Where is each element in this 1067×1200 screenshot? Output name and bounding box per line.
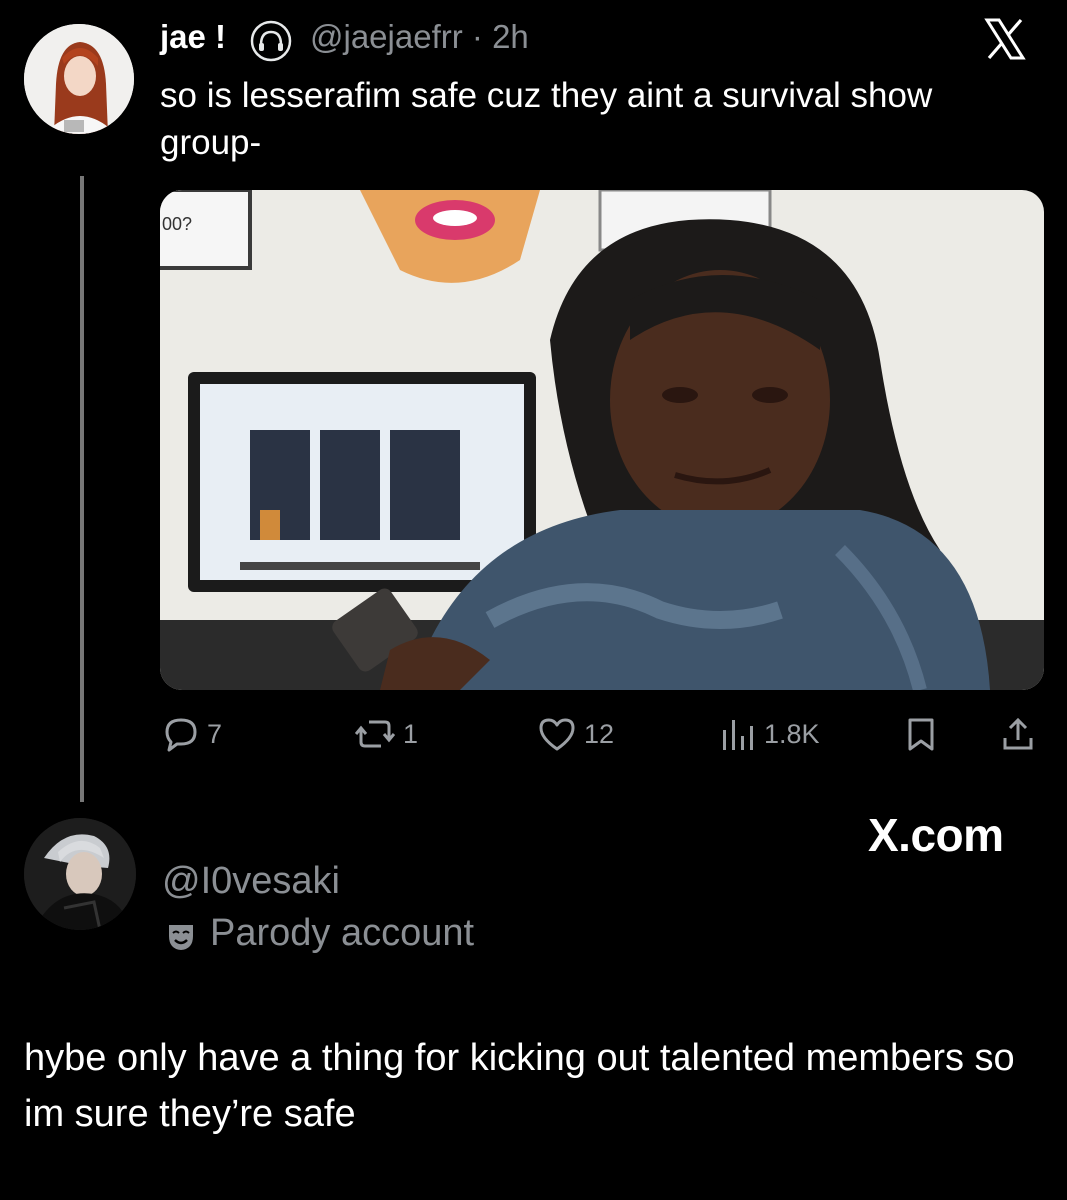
wall-sign-text: 00? xyxy=(162,214,192,234)
display-name[interactable]: jae ! xyxy=(160,18,226,56)
views-button[interactable]: 1.8K xyxy=(720,716,820,752)
share-button[interactable] xyxy=(1000,716,1036,752)
like-count: 12 xyxy=(584,718,615,749)
reply-icon xyxy=(165,718,197,752)
views-chart-icon xyxy=(723,720,753,750)
headphones-icon xyxy=(250,20,292,62)
reply-count: 7 xyxy=(207,718,223,749)
bookmark-button[interactable] xyxy=(905,716,937,752)
share-icon xyxy=(1003,717,1033,750)
reply-handle[interactable]: @I0vesaki xyxy=(162,860,340,903)
avatar[interactable] xyxy=(24,24,134,134)
view-count: 1.8K xyxy=(764,718,820,749)
repost-icon xyxy=(355,720,395,748)
reply-avatar[interactable] xyxy=(24,818,136,930)
parody-account-label: Parody account xyxy=(210,912,475,954)
repost-button[interactable]: 1 xyxy=(355,716,418,752)
parody-mask-icon xyxy=(166,922,196,952)
like-button[interactable]: 12 xyxy=(538,716,614,752)
reply-avatar-image xyxy=(24,818,136,930)
reply-button[interactable]: 7 xyxy=(163,716,222,752)
x-logo-icon xyxy=(983,17,1027,61)
thread-line xyxy=(80,176,84,802)
tweet-text: so is lesserafim safe cuz they aint a su… xyxy=(160,76,933,162)
x-com-watermark: X.com xyxy=(868,809,1004,861)
repost-count: 1 xyxy=(403,718,419,749)
bookmark-icon xyxy=(908,718,934,751)
tweet-media-image[interactable]: 00? xyxy=(160,190,1044,690)
handle-and-time[interactable]: @jaejaefrr · 2h xyxy=(310,18,529,56)
heart-icon xyxy=(539,718,575,751)
avatar-image xyxy=(24,24,134,134)
reply-text: hybe only have a thing for kicking out t… xyxy=(24,1037,1015,1135)
